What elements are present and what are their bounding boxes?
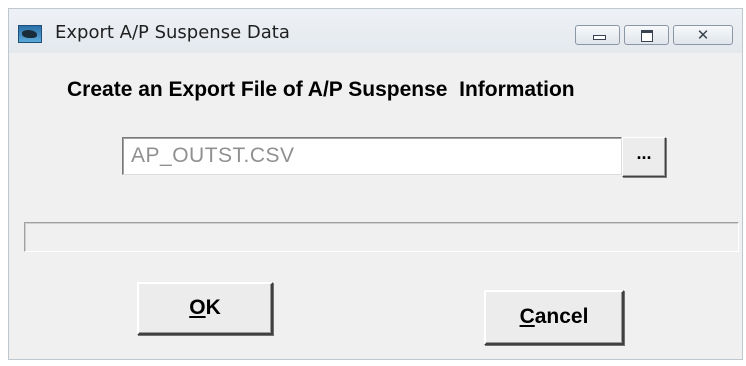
minimize-icon xyxy=(576,26,619,44)
export-dialog: Export A/P Suspense Data ✕ Create an Exp… xyxy=(8,8,743,360)
title-bar[interactable]: Export A/P Suspense Data ✕ xyxy=(9,9,742,53)
app-icon xyxy=(18,25,42,43)
ok-label-rest: K xyxy=(205,296,221,319)
browse-button[interactable]: ... xyxy=(622,137,666,177)
export-progress-bar xyxy=(24,222,739,252)
cancel-button[interactable]: Cancel xyxy=(484,290,624,345)
close-icon: ✕ xyxy=(696,26,710,44)
export-file-path-input[interactable]: AP_OUTST.CSV xyxy=(122,137,622,175)
cancel-mnemonic: C xyxy=(519,305,535,328)
maximize-button[interactable] xyxy=(624,25,669,45)
dialog-heading: Create an Export File of A/P Suspense In… xyxy=(67,78,575,101)
minimize-button[interactable] xyxy=(575,25,620,45)
ok-button[interactable]: OK xyxy=(137,282,273,335)
window-title: Export A/P Suspense Data xyxy=(55,22,290,43)
ok-mnemonic: O xyxy=(189,296,206,319)
maximize-icon xyxy=(625,26,668,44)
close-button[interactable]: ✕ xyxy=(673,25,733,45)
cancel-label-rest: ancel xyxy=(534,305,589,328)
